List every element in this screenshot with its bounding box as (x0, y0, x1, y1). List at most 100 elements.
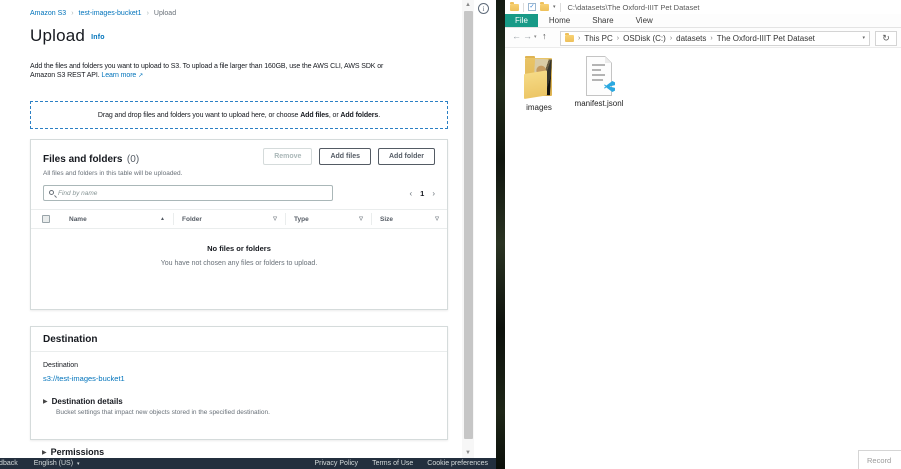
desktop-wallpaper (496, 0, 505, 469)
address-separator-icon: › (670, 35, 672, 42)
address-segment-this-pc[interactable]: This PC (584, 34, 612, 43)
address-separator-icon: › (578, 35, 580, 42)
sort-asc-icon: ▲ (160, 216, 165, 222)
address-bar[interactable]: › This PC › OSDisk (C:) › datasets › The… (560, 31, 870, 46)
up-icon[interactable]: ↑ (542, 31, 547, 41)
tab-share[interactable]: Share (581, 14, 624, 27)
table-header: Name ▲ Folder ▽ Type ▽ Size ▽ (31, 209, 447, 229)
pagination: ‹ 1 › (409, 189, 435, 198)
destination-panel-title: Destination (31, 327, 447, 352)
divider (523, 3, 524, 12)
info-icon[interactable]: i (478, 3, 489, 14)
item-label: images (513, 103, 565, 112)
sort-icon: ▽ (435, 216, 439, 222)
files-panel-header: Files and folders (0) All files and fold… (31, 140, 447, 177)
search-input[interactable] (58, 186, 328, 200)
column-header-folder[interactable]: Folder ▽ (173, 213, 285, 225)
add-files-button[interactable]: Add files (319, 148, 371, 165)
intro-text: Add the files and folders you want to up… (30, 63, 383, 80)
terms-of-use-link[interactable]: Terms of Use (372, 460, 413, 467)
scroll-down-icon[interactable]: ▼ (462, 448, 474, 458)
address-segment-dataset-folder[interactable]: The Oxford-IIIT Pet Dataset (717, 34, 815, 43)
images-folder-icon (522, 56, 556, 100)
screen: Amazon S3 › test-images-bucket1 › Upload… (0, 0, 901, 469)
record-button[interactable]: Record (858, 450, 901, 469)
caret-right-icon: ▶ (43, 398, 48, 405)
column-header-size[interactable]: Size ▽ (371, 213, 447, 225)
files-panel-count: (0) (127, 154, 139, 165)
cookie-preferences-link[interactable]: Cookie preferences (427, 460, 488, 467)
select-all-checkbox[interactable] (42, 215, 50, 223)
empty-state: No files or folders You have not chosen … (31, 229, 447, 267)
tab-view[interactable]: View (625, 14, 664, 27)
search-box (43, 185, 333, 201)
learn-more-link[interactable]: Learn more (101, 72, 136, 79)
sort-icon: ▽ (273, 216, 277, 222)
quick-access-properties-icon[interactable]: ✓ (528, 3, 536, 11)
scrollbar-thumb[interactable] (464, 11, 473, 439)
empty-state-title: No files or folders (31, 244, 447, 253)
external-link-icon: ↗ (138, 73, 143, 79)
tab-home[interactable]: Home (538, 14, 581, 27)
quick-access-new-folder-icon[interactable] (540, 4, 549, 11)
destination-details-toggle[interactable]: ▶ Destination details (43, 397, 435, 406)
jsonl-file-icon (586, 56, 612, 96)
aws-footer: Feedback English (US) ▾ Privacy Policy T… (0, 458, 496, 469)
browser-scrollbar: ▲ ▼ (462, 0, 474, 458)
address-separator-icon: › (710, 35, 712, 42)
list-item-images-folder[interactable]: images (513, 56, 565, 112)
divider (560, 3, 561, 12)
drag-drop-zone[interactable]: Drag and drop files and folders you want… (30, 101, 448, 129)
page-title: UploadInfo (30, 26, 105, 46)
item-label: manifest.jsonl (571, 99, 627, 108)
files-panel-title: Files and folders (43, 154, 122, 165)
scroll-up-icon[interactable]: ▲ (462, 0, 474, 10)
privacy-policy-link[interactable]: Privacy Policy (314, 460, 358, 467)
refresh-icon[interactable]: ↻ (875, 31, 897, 46)
quick-access-customize-icon[interactable]: ▾ (553, 4, 556, 10)
permissions-toggle[interactable]: ▶ Permissions (42, 447, 104, 457)
back-icon[interactable]: ← (512, 31, 521, 41)
window-folder-icon (510, 4, 519, 11)
destination-panel: Destination Destination s3://test-images… (30, 326, 448, 440)
remove-button[interactable]: Remove (263, 148, 312, 165)
address-bar-row: ← → ▾ ↑ › This PC › OSDisk (C:) › datase… (505, 28, 901, 48)
feedback-link[interactable]: Feedback (0, 460, 18, 467)
language-selector[interactable]: English (US) ▾ (34, 460, 80, 467)
files-panel: Files and folders (0) All files and fold… (30, 139, 448, 310)
next-page-icon[interactable]: › (432, 189, 435, 198)
vscode-icon (604, 81, 615, 92)
forward-icon[interactable]: → (523, 31, 532, 41)
explorer-titlebar[interactable]: ✓ ▾ C:\datasets\The Oxford-IIIT Pet Data… (505, 0, 901, 14)
file-explorer-window: ✓ ▾ C:\datasets\The Oxford-IIIT Pet Data… (505, 0, 901, 469)
destination-bucket-link[interactable]: s3://test-images-bucket1 (43, 374, 435, 383)
address-folder-icon (565, 35, 574, 42)
empty-state-subtitle: You have not chosen any files or folders… (31, 260, 447, 267)
files-panel-subtitle: All files and folders in this table will… (43, 170, 435, 177)
info-link[interactable]: Info (91, 34, 105, 41)
address-segment-osdisk[interactable]: OSDisk (C:) (623, 34, 666, 43)
address-dropdown-icon[interactable]: ▾ (862, 35, 865, 41)
tab-file[interactable]: File (505, 14, 538, 27)
breadcrumb-upload: Upload (154, 10, 176, 17)
breadcrumb: Amazon S3 › test-images-bucket1 › Upload (30, 10, 176, 17)
search-icon (49, 190, 54, 195)
prev-page-icon[interactable]: ‹ (409, 189, 412, 198)
column-header-type[interactable]: Type ▽ (285, 213, 371, 225)
breadcrumb-bucket[interactable]: test-images-bucket1 (79, 10, 142, 17)
breadcrumb-amazon-s3[interactable]: Amazon S3 (30, 10, 66, 17)
list-item-manifest-file[interactable]: manifest.jsonl (571, 56, 627, 108)
address-segment-datasets[interactable]: datasets (676, 34, 706, 43)
recent-locations-icon[interactable]: ▾ (534, 34, 537, 40)
caret-right-icon: ▶ (42, 449, 47, 456)
column-header-name[interactable]: Name ▲ (61, 213, 173, 225)
add-folder-button[interactable]: Add folder (378, 148, 435, 165)
page-number[interactable]: 1 (420, 189, 424, 198)
breadcrumb-separator-icon: › (147, 10, 149, 17)
ribbon-tabs: File Home Share View (505, 14, 901, 28)
aws-console-pane: Amazon S3 › test-images-bucket1 › Upload… (0, 0, 496, 469)
destination-label: Destination (43, 362, 435, 369)
address-separator-icon: › (617, 35, 619, 42)
breadcrumb-separator-icon: › (71, 10, 73, 17)
destination-details-subtitle: Bucket settings that impact new objects … (56, 409, 435, 416)
